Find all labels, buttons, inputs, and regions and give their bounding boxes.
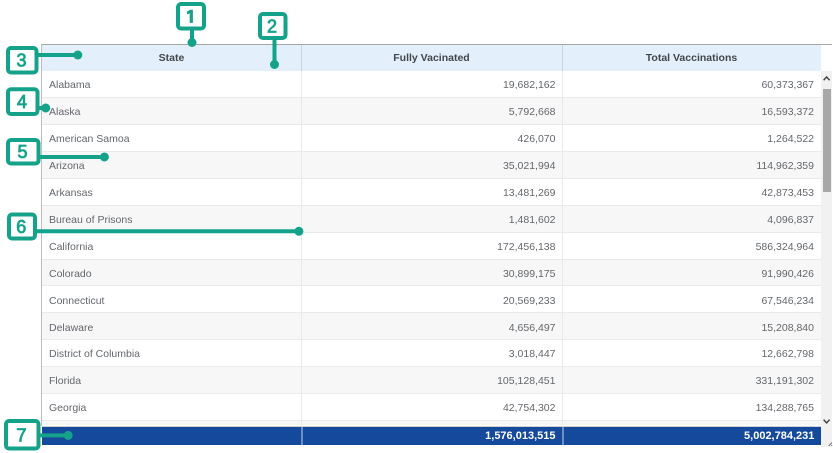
svg-text:6: 6 — [16, 217, 26, 237]
svg-text:5: 5 — [17, 142, 27, 162]
svg-text:3: 3 — [16, 51, 26, 71]
svg-text:4: 4 — [17, 92, 27, 112]
svg-text:7: 7 — [16, 424, 26, 445]
svg-text:2: 2 — [267, 16, 277, 36]
